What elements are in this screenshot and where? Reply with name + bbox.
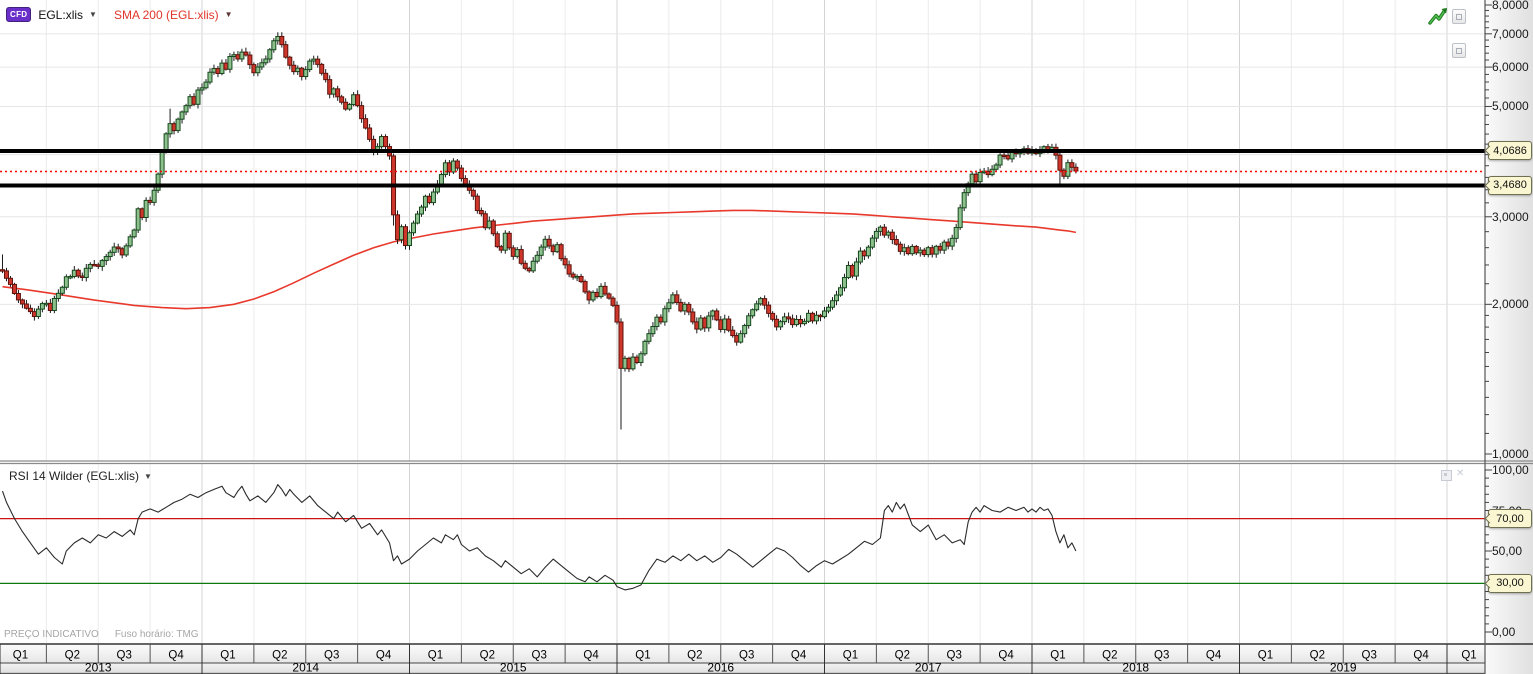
quarter-label: Q4 xyxy=(1413,650,1429,662)
quarter-label: Q4 xyxy=(998,650,1014,662)
quarter-label: Q4 xyxy=(376,650,392,662)
indicative-price-label: PREÇO INDICATIVO xyxy=(4,629,99,640)
price-axis-ticks xyxy=(1484,0,1492,674)
chevron-down-icon[interactable]: ▼ xyxy=(144,472,152,481)
quarter-label: Q3 xyxy=(947,650,962,662)
quarter-label: Q3 xyxy=(739,650,754,662)
timeline: Q1 Q2 Q3 Q4 2013 Q1 Q2 Q3 Q4 2014 Q1 Q2 Q3 Q4 2015 Q1 Q2… xyxy=(0,644,1477,674)
quarter-label: Q3 xyxy=(324,650,339,662)
quarter-label: Q3 xyxy=(1362,650,1377,662)
rsi-close-icon[interactable]: ✕ xyxy=(1456,469,1464,479)
chart-canvas[interactable]: Q1 Q2 Q3 Q4 2013 Q1 Q2 Q3 Q4 2014 Q1 Q2 Q3 Q4 2015 Q1 Q2… xyxy=(0,0,1533,674)
chevron-down-icon[interactable]: ▼ xyxy=(89,10,97,19)
quarter-label: Q1 xyxy=(1258,650,1273,662)
year-label: 2015 xyxy=(500,661,527,674)
quarter-label: Q1 xyxy=(13,650,28,662)
quarter-label: Q2 xyxy=(1310,650,1325,662)
quarter-label: Q4 xyxy=(583,650,599,662)
rsi-level-tag: 30,00 xyxy=(1488,573,1532,593)
quarter-label: Q4 xyxy=(168,650,184,662)
year-label: 2016 xyxy=(707,661,734,674)
quarter-label: Q2 xyxy=(895,650,910,662)
year-label: 2018 xyxy=(1122,661,1149,674)
quarter-label: Q4 xyxy=(1206,650,1222,662)
panel-dividers xyxy=(0,460,1533,674)
quarter-label: Q1 xyxy=(1050,650,1065,662)
year-label: 2017 xyxy=(915,661,942,674)
footer-note: PREÇO INDICATIVO Fuso horário: TMG xyxy=(4,629,199,640)
quarter-label: Q1 xyxy=(1461,650,1476,662)
panel-collapse-button[interactable] xyxy=(1452,9,1466,24)
trend-arrow-icon[interactable] xyxy=(1427,6,1449,28)
year-label: 2014 xyxy=(292,661,319,674)
quarter-label: Q1 xyxy=(428,650,443,662)
quarter-label: Q2 xyxy=(65,650,80,662)
symbol-label[interactable]: EGL:xlis xyxy=(38,8,83,22)
candlestick-series xyxy=(0,32,1079,430)
chevron-down-icon[interactable]: ▼ xyxy=(225,10,233,19)
rsi-line xyxy=(1,484,1077,591)
quarter-label: Q1 xyxy=(843,650,858,662)
year-label: 2013 xyxy=(85,661,112,674)
sma-indicator-label[interactable]: SMA 200 (EGL:xlis) xyxy=(114,8,219,22)
rsi-indicator-label[interactable]: RSI 14 Wilder (EGL:xlis) xyxy=(9,469,139,483)
quarter-label: Q2 xyxy=(272,650,287,662)
horizontal-level-lines xyxy=(0,148,1485,188)
quarter-label: Q1 xyxy=(220,650,235,662)
cfd-badge: CFD xyxy=(6,7,32,22)
quarter-label: Q2 xyxy=(480,650,495,662)
rsi-header: RSI 14 Wilder (EGL:xlis) ▼ xyxy=(9,469,152,483)
chart-window: Q1 Q2 Q3 Q4 2013 Q1 Q2 Q3 Q4 2014 Q1 Q2 Q3 Q4 2015 Q1 Q2… xyxy=(0,0,1533,674)
rsi-level-tag: 70,00 xyxy=(1488,509,1532,529)
quarter-label: Q2 xyxy=(1102,650,1117,662)
timezone-label: Fuso horário: TMG xyxy=(114,629,199,640)
quarter-label: Q2 xyxy=(687,650,702,662)
price-level-tag[interactable]: 4,0686 xyxy=(1488,141,1532,161)
rsi-restore-icon[interactable] xyxy=(1441,470,1452,481)
quarter-label: Q4 xyxy=(791,650,807,662)
quarter-label: Q3 xyxy=(117,650,132,662)
panel-tool-button[interactable] xyxy=(1452,43,1466,58)
year-label: 2019 xyxy=(1330,661,1357,674)
quarter-label: Q3 xyxy=(532,650,547,662)
instrument-header: CFD EGL:xlis ▼ SMA 200 (EGL:xlis) ▼ xyxy=(6,7,233,22)
price-level-tag[interactable]: 3,4680 xyxy=(1488,175,1532,195)
gridlines xyxy=(0,0,1485,643)
quarter-label: Q3 xyxy=(1154,650,1169,662)
quarter-label: Q1 xyxy=(635,650,650,662)
